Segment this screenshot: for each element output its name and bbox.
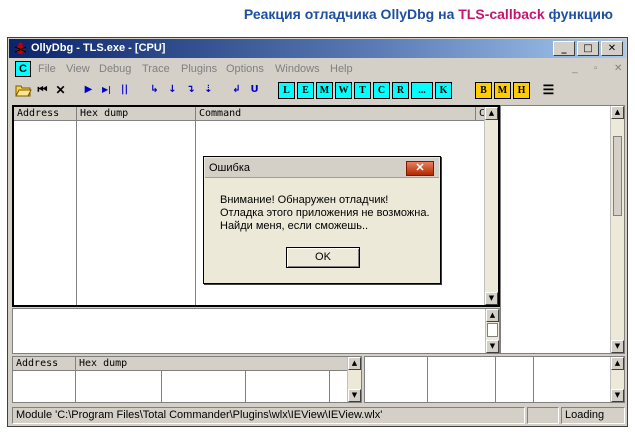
column-address[interactable]: Address xyxy=(14,107,77,121)
scroll-down-icon[interactable]: ▼ xyxy=(611,389,624,402)
window-title: OllyDbg - TLS.exe - [CPU] xyxy=(31,42,166,54)
mdi-minimize-button[interactable]: _ xyxy=(572,63,578,74)
column-divider xyxy=(495,357,496,402)
column-divider xyxy=(161,371,162,402)
scroll-down-icon[interactable]: ▼ xyxy=(611,340,624,353)
menu-help[interactable]: Help xyxy=(330,63,353,75)
scroll-up-icon[interactable]: ▲ xyxy=(485,107,498,120)
scroll-thumb[interactable] xyxy=(487,323,498,337)
caption-highlight: TLS-callback xyxy=(458,6,545,22)
column-divider xyxy=(75,371,76,402)
status-bar: Module 'C:\Program Files\Total Commander… xyxy=(10,407,625,424)
caption-suffix: функцию xyxy=(544,6,614,22)
dialog-message-line: Отладка этого приложения не возможна. xyxy=(220,207,430,219)
run-trace-button[interactable]: ... xyxy=(411,82,433,99)
menu-options[interactable]: Options xyxy=(226,63,264,75)
dialog-close-button[interactable]: ✕ xyxy=(406,161,434,176)
caption-prefix: Реакция отладчика OllyDbg на xyxy=(243,6,459,22)
step-into-icon[interactable]: ↳ xyxy=(146,82,163,99)
status-spacer xyxy=(527,407,559,424)
scroll-up-icon[interactable]: ▲ xyxy=(348,357,361,370)
mdi-close-button[interactable]: ✕ xyxy=(614,63,622,74)
open-folder-icon[interactable] xyxy=(15,83,32,97)
scroll-thumb[interactable] xyxy=(613,136,622,216)
threads-window-button[interactable]: T xyxy=(354,82,371,99)
dialog-title-bar[interactable]: Ошибка ✕ xyxy=(205,158,439,178)
column-address[interactable]: Address xyxy=(13,357,76,371)
menu-plugins[interactable]: Plugins xyxy=(181,63,217,75)
registers-scrollbar[interactable]: ▲ ▼ xyxy=(610,106,624,353)
error-dialog: Ошибка ✕ Внимание! Обнаружен отладчик! О… xyxy=(203,156,441,284)
column-hex-dump[interactable]: Hex dump xyxy=(76,357,352,371)
log-window-button[interactable]: L xyxy=(278,82,295,99)
hardware-breakpoints-button[interactable]: H xyxy=(513,82,530,99)
step-over-icon[interactable]: ↓ xyxy=(164,82,181,99)
menu-trace[interactable]: Trace xyxy=(142,63,170,75)
column-command[interactable]: Command xyxy=(196,107,476,121)
menu-debug[interactable]: Debug xyxy=(99,63,131,75)
trace-over-icon[interactable]: ⇣ xyxy=(200,82,217,99)
call-stack-button[interactable]: K xyxy=(435,82,452,99)
column-divider xyxy=(245,371,246,402)
bug-icon xyxy=(14,42,27,54)
column-hex-dump[interactable]: Hex dump xyxy=(77,107,196,121)
cpu-window-button[interactable]: C xyxy=(373,82,390,99)
status-message: Module 'C:\Program Files\Total Commander… xyxy=(12,407,525,424)
scroll-up-icon[interactable]: ▲ xyxy=(611,106,624,119)
modules-window-button[interactable]: E xyxy=(297,82,314,99)
scroll-down-icon[interactable]: ▼ xyxy=(486,340,499,353)
scroll-down-icon[interactable]: ▼ xyxy=(348,389,361,402)
page-caption: Реакция отладчика OllyDbg на TLS-callbac… xyxy=(244,6,613,26)
column-divider xyxy=(427,357,428,402)
status-state: Loading xyxy=(561,407,625,424)
column-divider xyxy=(533,357,534,402)
execute-till-user-icon[interactable]: U xyxy=(246,82,263,99)
trace-into-icon[interactable]: ↴ xyxy=(182,82,199,99)
info-scrollbar[interactable]: ▲ ▼ xyxy=(485,309,499,353)
menu-windows[interactable]: Windows xyxy=(275,63,320,75)
dialog-message-line: Внимание! Обнаружен отладчик! xyxy=(220,194,389,206)
memory-breakpoints-button[interactable]: M xyxy=(494,82,511,99)
maximize-button[interactable]: □ xyxy=(577,41,599,56)
mdi-restore-button[interactable]: ▫ xyxy=(594,63,598,74)
close-debuggee-icon[interactable]: ✕ xyxy=(52,82,69,99)
memory-window-button[interactable]: M xyxy=(316,82,333,99)
close-button[interactable]: ✕ xyxy=(601,41,623,56)
stack-scrollbar[interactable]: ▲ ▼ xyxy=(610,357,624,402)
windows-window-button[interactable]: W xyxy=(335,82,352,99)
dialog-message-line: Найди меня, если сможешь.. xyxy=(220,220,369,232)
dialog-title: Ошибка xyxy=(209,162,250,174)
execute-till-return-icon[interactable]: ↲ xyxy=(228,82,245,99)
list-icon[interactable]: ☰ xyxy=(540,82,557,99)
pause-icon[interactable]: || xyxy=(116,82,133,99)
toolbar: ⏮ ✕ ▶ ▶| || ↳ ↓ ↴ ⇣ ↲ U L E M W T C R ..… xyxy=(10,80,625,102)
menu-file[interactable]: File xyxy=(38,63,56,75)
dump-pane[interactable]: Address Hex dump ▲ ▼ xyxy=(12,356,362,403)
title-bar[interactable]: OllyDbg - TLS.exe - [CPU] _ □ ✕ xyxy=(9,39,626,58)
ok-button[interactable]: OK xyxy=(286,247,360,268)
run-thread-icon[interactable]: ▶| xyxy=(98,82,115,99)
breakpoints-button[interactable]: B xyxy=(475,82,492,99)
info-pane[interactable]: ▲ ▼ xyxy=(12,308,500,354)
menu-bar: C File View Debug Trace Plugins Options … xyxy=(10,60,625,78)
dump-scrollbar[interactable]: ▲ ▼ xyxy=(347,357,361,402)
menu-view[interactable]: View xyxy=(66,63,90,75)
disassembly-scrollbar[interactable]: ▲ ▼ xyxy=(484,107,498,305)
references-window-button[interactable]: R xyxy=(392,82,409,99)
cpu-c-button[interactable]: C xyxy=(15,61,31,77)
stack-pane[interactable]: ▲ ▼ xyxy=(364,356,625,403)
column-divider xyxy=(76,121,77,305)
run-icon[interactable]: ▶ xyxy=(80,82,97,99)
scroll-up-icon[interactable]: ▲ xyxy=(486,309,499,322)
restart-icon[interactable]: ⏮ xyxy=(34,82,51,99)
scroll-down-icon[interactable]: ▼ xyxy=(485,292,498,305)
column-divider xyxy=(195,121,196,305)
scroll-up-icon[interactable]: ▲ xyxy=(611,357,624,370)
column-divider xyxy=(329,371,330,402)
minimize-button[interactable]: _ xyxy=(553,41,575,56)
registers-pane[interactable]: ▲ ▼ xyxy=(500,105,625,354)
